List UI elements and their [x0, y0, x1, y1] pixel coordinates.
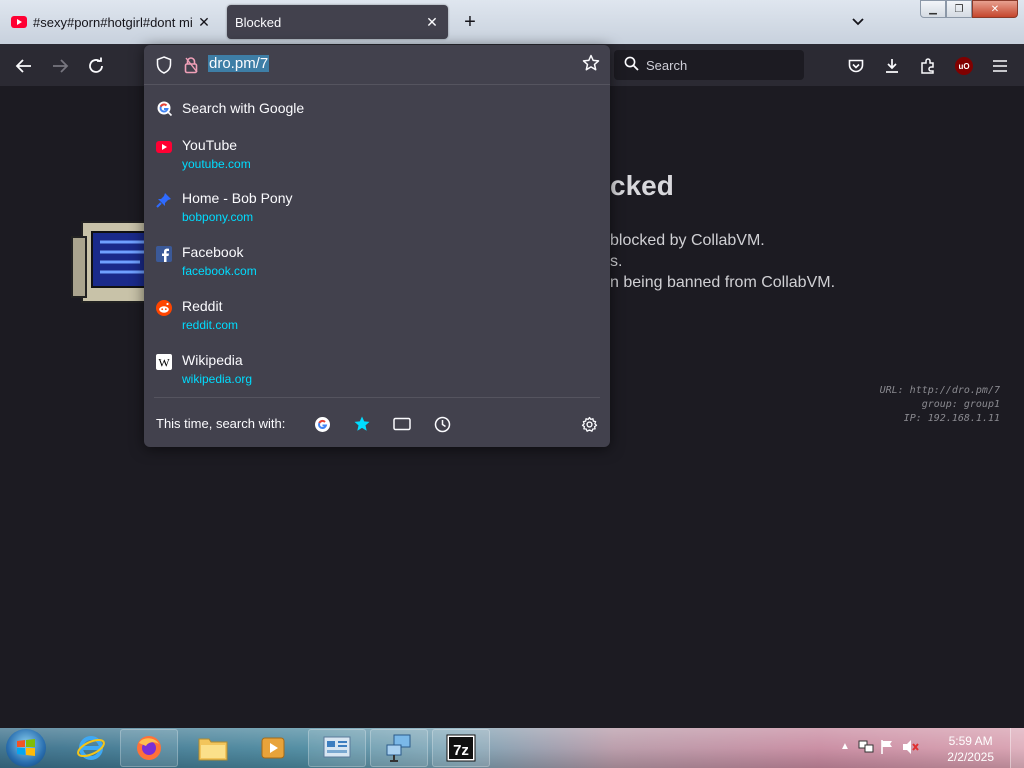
search-with-google-label: Search with Google — [182, 100, 305, 116]
result-url: facebook.com — [182, 264, 257, 278]
result-title: Reddit — [182, 298, 223, 314]
tab-title: Blocked — [235, 14, 282, 30]
downloads-icon[interactable] — [878, 52, 906, 80]
svg-text:W: W — [158, 356, 170, 370]
one-off-label: This time, search with: — [156, 416, 286, 431]
url-bar-popup: dro.pm/7 Search with Google YouTube yout… — [144, 45, 610, 447]
debug-info: URL: http://dro.pm/7 group: group1 IP: 1… — [880, 384, 1000, 426]
page-text-line: n being banned from CollabVM. — [610, 274, 836, 291]
file-explorer-icon[interactable] — [184, 729, 242, 767]
url-bar[interactable]: dro.pm/7 — [144, 45, 610, 85]
maximize-button[interactable]: ❐ — [946, 0, 972, 18]
pin-icon — [156, 192, 172, 208]
show-desktop-button[interactable] — [1010, 728, 1024, 768]
tab-blocked[interactable]: Blocked ✕ — [227, 5, 448, 39]
result-title: Home - Bob Pony — [182, 190, 293, 206]
google-icon — [156, 100, 173, 122]
control-panel-icon[interactable] — [308, 729, 366, 767]
result-reddit[interactable]: Reddit reddit.com — [144, 298, 610, 350]
shield-icon[interactable] — [156, 56, 172, 79]
chevron-down-icon[interactable] — [846, 10, 870, 34]
back-button[interactable] — [10, 52, 38, 80]
clock-date: 2/2/2025 — [947, 750, 994, 764]
tab-strip: #sexy#porn#hotgirl#dont miss ✕ Blocked ✕… — [0, 0, 1024, 44]
youtube-icon — [156, 139, 172, 155]
show-hidden-icons[interactable]: ▲ — [840, 741, 850, 752]
forward-button[interactable] — [46, 52, 74, 80]
ublock-origin-icon[interactable]: uO — [950, 52, 978, 80]
pocket-icon[interactable] — [842, 52, 870, 80]
search-bar[interactable]: Search — [614, 50, 804, 80]
search-with-google-item[interactable]: Search with Google — [144, 97, 610, 123]
page-text-line: blocked by CollabVM. — [610, 232, 765, 249]
start-button[interactable] — [6, 729, 46, 767]
debug-url: URL: http://dro.pm/7 — [879, 385, 1000, 396]
google-icon[interactable] — [310, 413, 334, 435]
search-placeholder: Search — [646, 57, 688, 73]
result-facebook[interactable]: Facebook facebook.com — [144, 244, 610, 296]
bookmarks-star-icon[interactable] — [350, 413, 374, 435]
search-icon — [624, 56, 640, 74]
window-controls: ▁ ❐ ✕ — [920, 0, 1018, 18]
star-icon[interactable] — [582, 54, 600, 77]
firefox-icon[interactable] — [120, 729, 178, 767]
gear-icon[interactable] — [577, 413, 601, 435]
system-tray: ▲ 5:59 AM 2/2/2025 — [834, 728, 1024, 768]
result-url: reddit.com — [182, 318, 239, 332]
close-tab-icon[interactable]: ✕ — [420, 10, 444, 34]
result-url: bobpony.com — [182, 210, 254, 224]
result-youtube[interactable]: YouTube youtube.com — [144, 137, 610, 189]
close-window-button[interactable]: ✕ — [972, 0, 1018, 18]
windows-taskbar: 7z ▲ 5:59 AM 2/2/2025 — [0, 728, 1024, 768]
tab-youtube[interactable]: #sexy#porn#hotgirl#dont miss ✕ — [2, 5, 220, 39]
url-input[interactable]: dro.pm/7 — [208, 55, 270, 75]
result-title: Facebook — [182, 244, 244, 260]
svg-text:7z: 7z — [453, 742, 469, 759]
result-url: wikipedia.org — [182, 372, 253, 386]
tab-title: #sexy#porn#hotgirl#dont miss — [33, 14, 192, 30]
result-bobpony[interactable]: Home - Bob Pony bobpony.com — [144, 190, 610, 242]
clock[interactable]: 5:59 AM 2/2/2025 — [947, 733, 994, 765]
action-center-flag-icon[interactable] — [880, 739, 894, 760]
facebook-icon — [156, 246, 172, 262]
one-off-search-bar: This time, search with: — [144, 409, 610, 439]
page-text-line: s. — [610, 253, 623, 270]
youtube-icon — [11, 14, 27, 30]
volume-muted-icon[interactable] — [902, 739, 920, 760]
reddit-icon — [156, 300, 172, 316]
divider — [154, 397, 600, 398]
internet-explorer-icon[interactable] — [62, 729, 120, 767]
result-url: youtube.com — [182, 157, 251, 171]
media-player-icon[interactable] — [244, 729, 302, 767]
network-tray-icon[interactable] — [858, 739, 874, 760]
result-title: YouTube — [182, 137, 238, 153]
network-icon[interactable] — [370, 729, 428, 767]
minimize-button[interactable]: ▁ — [920, 0, 946, 18]
menu-icon[interactable] — [986, 52, 1014, 80]
reload-button[interactable] — [82, 52, 110, 80]
extensions-icon[interactable] — [914, 52, 942, 80]
history-clock-icon[interactable] — [430, 413, 454, 435]
wikipedia-icon: W — [156, 354, 172, 370]
close-tab-icon[interactable]: ✕ — [192, 10, 216, 34]
new-tab-button[interactable]: + — [458, 10, 482, 34]
debug-group: group: group1 — [921, 399, 1000, 410]
result-title: Wikipedia — [182, 352, 243, 368]
debug-ip: IP: 192.168.1.11 — [903, 413, 1000, 424]
tabs-icon[interactable] — [390, 413, 414, 435]
clock-time: 5:59 AM — [948, 734, 993, 748]
lock-icon[interactable] — [184, 56, 198, 79]
7zip-icon[interactable]: 7z — [432, 729, 490, 767]
